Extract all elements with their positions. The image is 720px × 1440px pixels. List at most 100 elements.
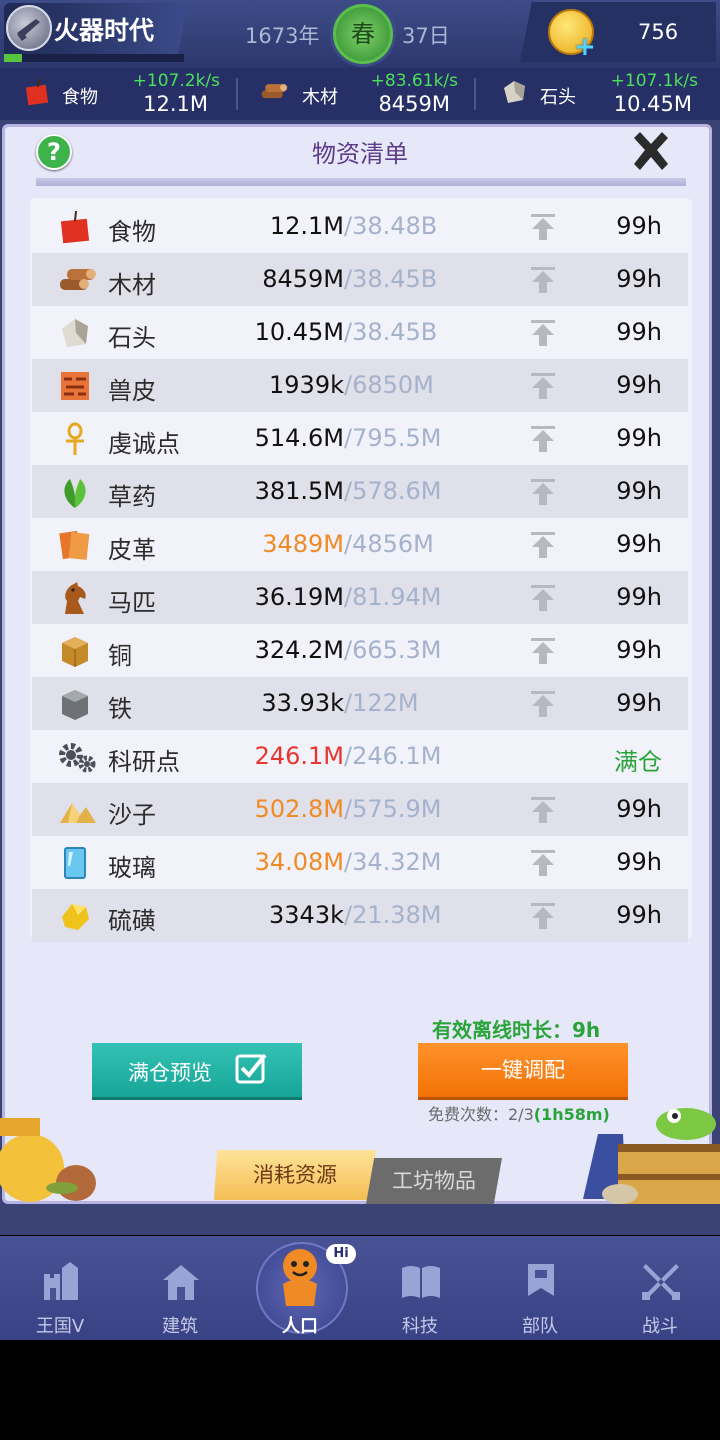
resource-name: 石头 [108,324,156,352]
resource-name: 马匹 [108,589,156,617]
hi-badge: Hi [326,1244,356,1264]
resource-capacity: /122M [344,689,419,717]
nav-item[interactable]: 王国V [0,1236,120,1340]
offline-duration: 有效离线时长：9h [432,1018,601,1042]
resource-amount: 324.2M [254,636,344,664]
time-to-full: 99h [616,795,662,823]
resource-name: 沙子 [108,801,156,829]
gold-sack-icon [0,1118,96,1202]
upgrade-arrow-icon[interactable] [530,372,556,400]
resource-name: 石头 [540,87,576,108]
resource-row[interactable]: 草药 381.5M/578.6M 99h [32,465,688,518]
upgrade-arrow-icon[interactable] [530,319,556,347]
resource-row[interactable]: 石头 10.45M/38.45B 99h [32,306,688,359]
upgrade-arrow-icon[interactable] [530,584,556,612]
stone-icon [504,81,525,103]
upgrade-arrow-icon[interactable] [530,637,556,665]
herb-icon [58,475,92,509]
season-badge[interactable]: 春 [333,4,393,64]
upgrade-arrow-icon[interactable] [530,531,556,559]
nav-item[interactable]: 部队 [480,1236,600,1340]
resource-capacity: /38.48B [344,212,438,240]
close-icon[interactable] [628,128,674,174]
upgrade-arrow-icon[interactable] [530,266,556,294]
book-icon [400,1260,442,1302]
nav-item[interactable]: 科技 [360,1236,480,1340]
banner-icon [520,1260,562,1302]
resource-capacity: /4856M [344,530,434,558]
title-divider [36,178,686,186]
resource-amount: 8459M [262,265,344,293]
resource-name: 皮革 [108,536,156,564]
resource-rate: +107.2k/s [132,71,220,91]
apple-icon [25,79,49,106]
sulfur-icon [58,899,92,933]
resource-capacity: /81.94M [344,583,442,611]
resource-amount: 12.1M [269,212,344,240]
upgrade-arrow-icon[interactable] [530,425,556,453]
resource-row[interactable]: 食物 12.1M/38.48B 99h [32,200,688,253]
resource-capacity: /6850M [344,371,434,399]
resource-row[interactable]: 玻璃 34.08M/34.32M 99h [32,836,688,889]
coin-count: 756 [638,20,679,44]
resource-amount: 3489M [262,530,344,558]
resource-name: 食物 [108,218,156,246]
resource-amount: 8459M [378,92,450,116]
upgrade-arrow-icon[interactable] [530,213,556,241]
leather-icon [58,528,92,562]
resource-amount: 10.45M [613,92,692,116]
resource-name: 铜 [108,642,132,670]
time-to-full: 99h [616,689,662,717]
resource-row[interactable]: 木材 8459M/38.45B 99h [32,253,688,306]
resource-row[interactable]: 兽皮 1939k/6850M 99h [32,359,688,412]
nav-item[interactable]: 建筑 [120,1236,240,1340]
upgrade-arrow-icon[interactable] [530,690,556,718]
upgrade-arrow-icon[interactable] [530,478,556,506]
resource-row[interactable]: 沙子 502.8M/575.9M 99h [32,783,688,836]
resource-row[interactable]: 硫磺 3343k/21.38M 99h [32,889,688,942]
musket-icon [6,5,52,51]
resource-name: 科研点 [108,748,180,776]
resource-row[interactable]: 铁 33.93k/122M 99h [32,677,688,730]
time-to-full: 99h [616,265,662,293]
resource-capacity: /795.5M [344,424,442,452]
copper-icon [58,634,92,668]
time-to-full: 99h [616,318,662,346]
resource-capacity: /38.45B [344,265,438,293]
frog-crate-icon [583,1108,720,1204]
nav-label: 部队 [522,1316,558,1337]
time-to-full: 99h [616,848,662,876]
resource-amount: 10.45M [254,318,344,346]
upgrade-arrow-icon[interactable] [530,902,556,930]
resource-row[interactable]: 皮革 3489M/4856M 99h [32,518,688,571]
logs-icon [261,84,288,99]
stone-icon [58,316,92,350]
resource-name: 兽皮 [108,377,156,405]
resource-row[interactable]: 马匹 36.19M/81.94M 99h [32,571,688,624]
tab-workshop-items[interactable]: 工坊物品 [366,1158,502,1204]
resource-name: 木材 [108,271,156,299]
swords-icon [640,1260,682,1302]
house-icon [160,1260,202,1302]
resource-amount: 381.5M [254,477,344,505]
resource-amount: 1939k [269,371,344,399]
upgrade-arrow-icon[interactable] [530,849,556,877]
add-coins-button[interactable]: + [574,32,596,62]
full-preview-button[interactable]: 满仓预览 [92,1043,302,1097]
nav-label: 人口 [282,1316,318,1337]
resource-capacity: /246.1M [344,742,442,770]
divider [236,78,238,110]
checkbox-icon [235,1053,267,1084]
tab-consume-resources[interactable]: 消耗资源 [214,1150,376,1200]
resource-capacity: /38.45B [344,318,438,346]
resource-row[interactable]: 虔诚点 514.6M/795.5M 99h [32,412,688,465]
resource-row[interactable]: 铜 324.2M/665.3M 99h [32,624,688,677]
upgrade-arrow-icon[interactable] [530,796,556,824]
resource-amount: 34.08M [254,848,344,876]
resource-capacity: /575.9M [344,795,442,823]
resource-row[interactable]: 科研点 246.1M/246.1M 满仓 [32,730,688,783]
time-to-full: 99h [616,424,662,452]
resource-name: 铁 [108,695,132,723]
nav-item[interactable]: 战斗 [600,1236,720,1340]
auto-assign-button[interactable]: 一键调配 [418,1043,628,1097]
